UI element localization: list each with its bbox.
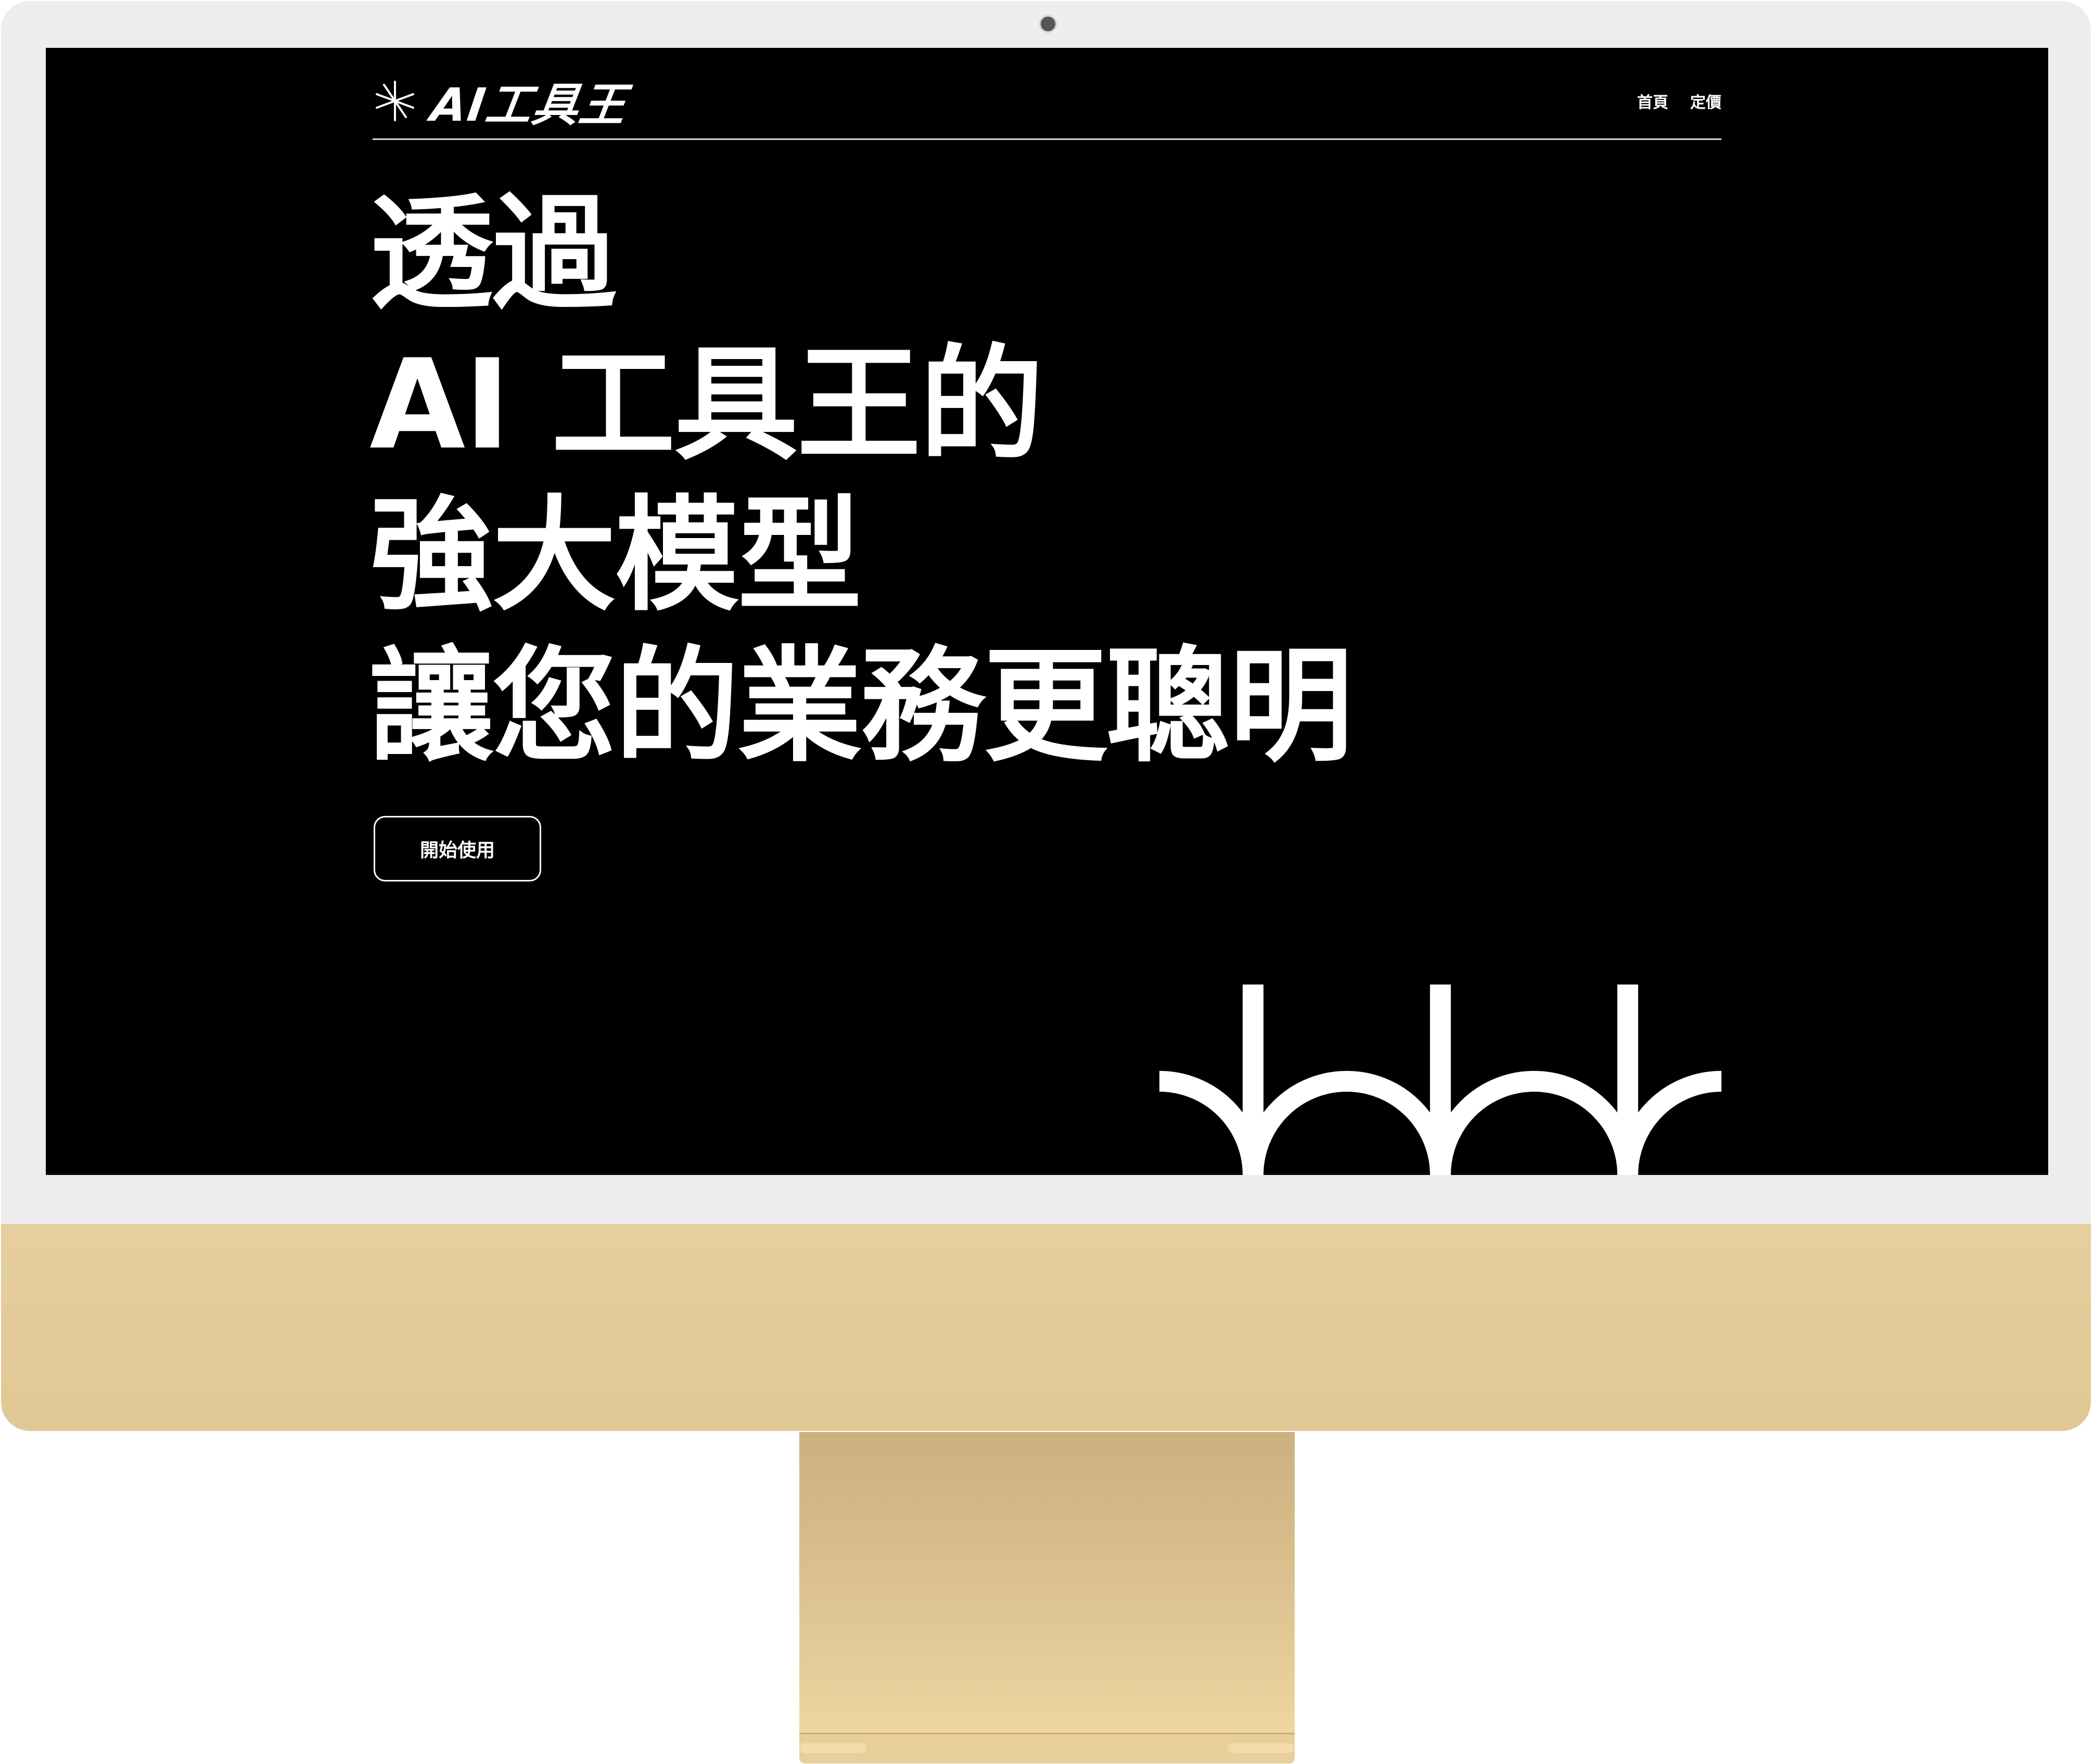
hero-title-line: AI 工具王的 bbox=[369, 333, 1044, 477]
logo-text: AI工具王 bbox=[427, 78, 631, 132]
sparkle-asterisk-icon bbox=[376, 81, 414, 121]
nav-home-link[interactable]: 首頁 bbox=[1637, 90, 1668, 112]
hero-title-line: 透過 bbox=[369, 182, 616, 326]
webcam-icon bbox=[1041, 17, 1055, 31]
stand-groove bbox=[1227, 1742, 1295, 1753]
hero-title: 透過 AI 工具王的 強大模型 讓您的業務更聰明 bbox=[369, 179, 1618, 783]
hero-title-line: 讓您的業務更聰明 bbox=[369, 635, 1353, 779]
hero-title-line: 強大模型 bbox=[369, 484, 862, 628]
stand-groove bbox=[799, 1742, 867, 1753]
nav-pricing-link[interactable]: 定價 bbox=[1690, 90, 1721, 112]
logo-home-link[interactable]: AI工具王 bbox=[373, 75, 630, 132]
arches-pattern-icon bbox=[1159, 985, 1721, 1175]
monitor-stand-foot bbox=[799, 1733, 1295, 1763]
monitor-chin bbox=[1, 1224, 2091, 1431]
monitor-stand bbox=[799, 1432, 1295, 1736]
screen: AI工具王 首頁 定價 透過 AI 工具王的 強大模型 讓您的業務更聰明 開始使… bbox=[46, 48, 2048, 1175]
site-header: AI工具王 首頁 定價 bbox=[373, 69, 1721, 140]
get-started-button[interactable]: 開始使用 bbox=[374, 816, 541, 881]
main-nav: 首頁 定價 bbox=[1637, 90, 1721, 112]
